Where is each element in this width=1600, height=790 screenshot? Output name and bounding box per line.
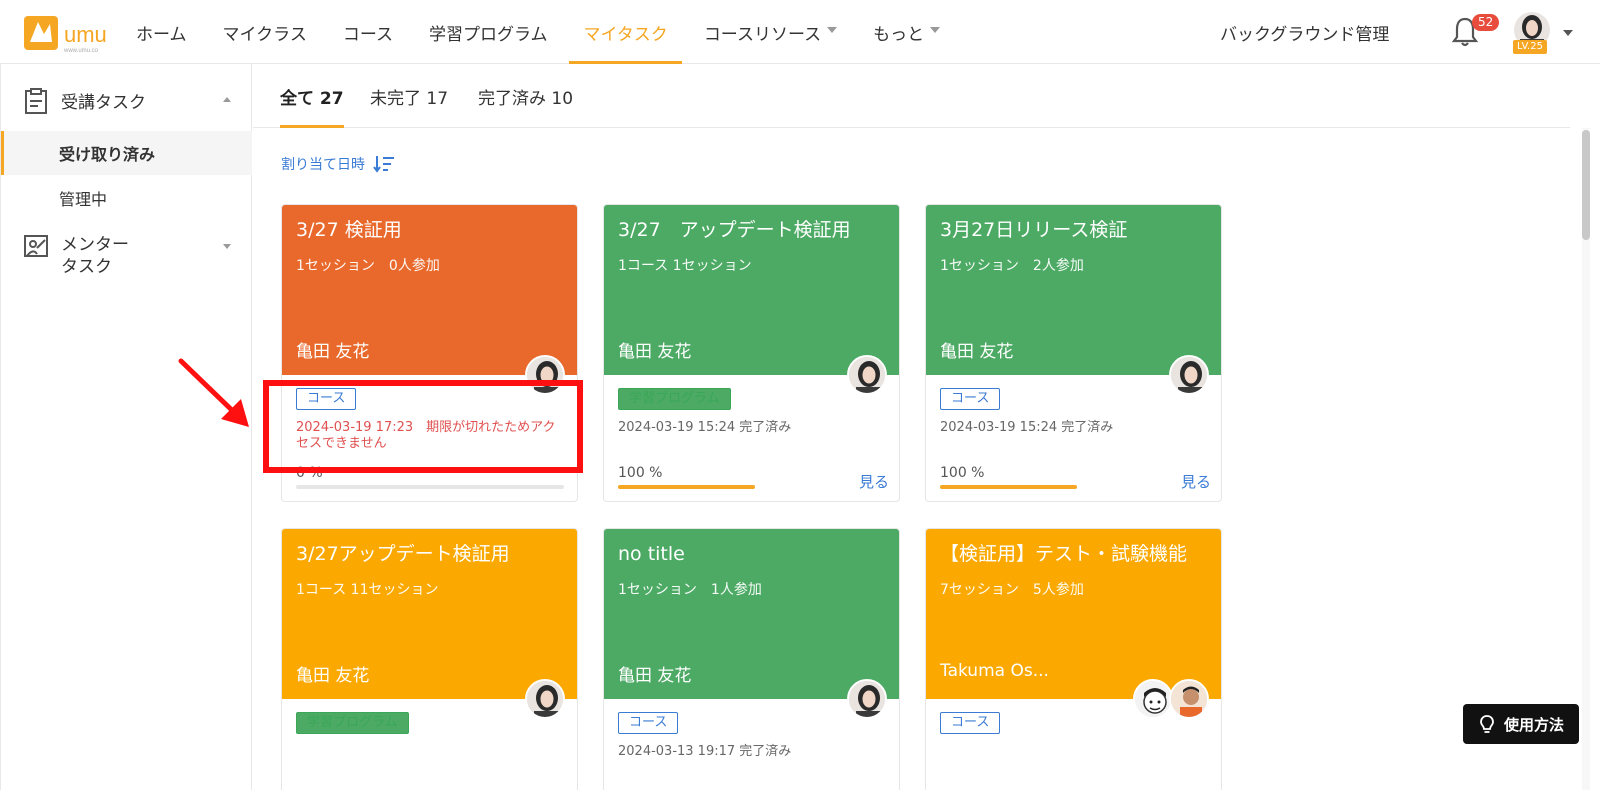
notification-badge: 52: [1472, 14, 1500, 31]
card-title: no title: [618, 543, 685, 565]
tab-completed[interactable]: 完了済み 10: [478, 84, 573, 109]
annotation-highlight-box: [263, 380, 583, 473]
umu-logo[interactable]: umu www.umu.co: [22, 12, 140, 54]
nav-home[interactable]: ホーム: [136, 0, 187, 64]
progress-fill: [618, 485, 755, 489]
nav-my-class[interactable]: マイクラス: [223, 0, 307, 64]
progress-label: 100 %: [618, 465, 663, 481]
view-link[interactable]: 見る: [1181, 471, 1211, 492]
sidebar-group-mentor-tasks[interactable]: メンター タスク: [23, 234, 129, 278]
progress-bar: [940, 485, 1077, 489]
task-card[interactable]: 【検証用】テスト・試験機能 7セッション 5人参加 Takuma Os... コ…: [925, 528, 1222, 790]
chevron-down-icon: [930, 27, 941, 33]
scrollbar-thumb[interactable]: [1582, 130, 1590, 240]
card-header: 3/27 検証用 1セッション 0人参加 亀田 友花: [282, 205, 577, 395]
card-owner: 亀田 友花: [296, 666, 370, 686]
sidebar-group-label: メンター: [61, 235, 129, 255]
chevron-down-icon[interactable]: [223, 244, 231, 249]
card-meta: 1セッション 0人参加: [296, 258, 440, 274]
card-title: 【検証用】テスト・試験機能: [940, 543, 1188, 565]
card-title: 3/27 検証用: [296, 219, 402, 241]
card-status: 2024-03-19 15:24 完了済み: [618, 420, 792, 435]
tab-all[interactable]: 全て 27: [280, 84, 344, 109]
sidebar-item-received[interactable]: 受け取り済み: [1, 131, 252, 175]
task-card[interactable]: 3月27日リリース検証 1セッション 2人参加 亀田 友花 コース 2024-0…: [925, 204, 1222, 502]
user-menu-caret-icon[interactable]: [1563, 30, 1573, 36]
background-admin-link[interactable]: バックグラウンド管理: [1220, 20, 1389, 45]
card-body: 学習プログラム: [282, 699, 577, 790]
card-type-tag: コース: [940, 388, 1001, 410]
clipboard-icon: [25, 88, 47, 114]
card-owner: 亀田 友花: [618, 342, 692, 362]
card-body: コース: [926, 699, 1221, 790]
chevron-down-icon: [827, 27, 838, 33]
sidebar-group-received-tasks[interactable]: 受講タスク: [23, 88, 146, 114]
sort-label: 割り当て日時: [281, 157, 365, 173]
card-header: 【検証用】テスト・試験機能 7セッション 5人参加 Takuma Os...: [926, 529, 1221, 719]
nav-more[interactable]: もっと: [873, 0, 941, 64]
active-tab-indicator: [280, 125, 344, 128]
card-owner: 亀田 友花: [618, 666, 692, 686]
progress-bar: [296, 485, 564, 489]
main-nav: ホーム マイクラス コース 学習プログラム マイタスク コースリソース もっと: [136, 0, 976, 64]
nav-course[interactable]: コース: [343, 0, 393, 64]
card-meta: 1コース 11セッション: [296, 582, 439, 598]
card-meta: 1コース 1セッション: [618, 258, 752, 274]
card-header: 3月27日リリース検証 1セッション 2人参加 亀田 友花: [926, 205, 1221, 395]
card-owner: Takuma Os...: [940, 661, 1049, 681]
card-type-tag: コース: [940, 712, 1001, 734]
svg-text:www.umu.co: www.umu.co: [63, 48, 99, 54]
sidebar-item-managing[interactable]: 管理中: [1, 176, 252, 220]
sort-by-assigned-date[interactable]: 割り当て日時: [281, 154, 395, 174]
card-meta: 7セッション 5人参加: [940, 582, 1084, 598]
sidebar-group-label: 受講タスク: [61, 93, 146, 113]
how-to-use-button[interactable]: 使用方法: [1463, 704, 1579, 744]
lightbulb-icon: [1480, 715, 1494, 733]
card-title: 3月27日リリース検証: [940, 219, 1128, 241]
card-type-tag: 学習プログラム: [296, 712, 409, 734]
level-badge: LV.25: [1513, 40, 1547, 54]
card-header: 3/27 アップデート検証用 1コース 1セッション 亀田 友花: [604, 205, 899, 395]
top-header: umu www.umu.co ホーム マイクラス コース 学習プログラム マイタ…: [0, 0, 1600, 64]
nav-learning-program[interactable]: 学習プログラム: [429, 0, 548, 64]
task-card[interactable]: no title 1セッション 1人参加 亀田 友花 コース 2024-03-1…: [603, 528, 900, 790]
view-link[interactable]: 見る: [859, 471, 889, 492]
mentor-board-icon: [24, 235, 48, 257]
card-body: コース 2024-03-19 15:24 完了済み 100 % 見る: [926, 375, 1221, 501]
help-button-label: 使用方法: [1503, 715, 1564, 734]
card-header: no title 1セッション 1人参加 亀田 友花: [604, 529, 899, 719]
sidebar-group-label: タスク: [61, 257, 112, 277]
progress-bar: [618, 485, 755, 489]
card-body: コース 2024-03-13 19:17 完了済み: [604, 699, 899, 790]
card-meta: 1セッション 2人参加: [940, 258, 1084, 274]
card-header: 3/27アップデート検証用 1コース 11セッション 亀田 友花: [282, 529, 577, 719]
annotation-arrow-icon: [178, 358, 249, 427]
svg-text:umu: umu: [64, 22, 107, 47]
chevron-up-icon[interactable]: [223, 97, 231, 102]
progress-label: 100 %: [940, 465, 985, 481]
card-owner: 亀田 友花: [296, 342, 370, 362]
sort-descending-icon: [373, 156, 394, 173]
task-card[interactable]: 3/27アップデート検証用 1コース 11セッション 亀田 友花 学習プログラム: [281, 528, 578, 790]
card-meta: 1セッション 1人参加: [618, 582, 762, 598]
card-status: 2024-03-13 19:17 完了済み: [618, 744, 792, 759]
card-type-tag: コース: [618, 712, 679, 734]
task-card[interactable]: 3/27 アップデート検証用 1コース 1セッション 亀田 友花 学習プログラム…: [603, 204, 900, 502]
card-title: 3/27アップデート検証用: [296, 543, 510, 565]
card-owner: 亀田 友花: [940, 342, 1014, 362]
nav-course-resources[interactable]: コースリソース: [704, 0, 838, 64]
nav-my-task[interactable]: マイタスク: [569, 0, 683, 64]
card-title: 3/27 アップデート検証用: [618, 219, 851, 241]
progress-fill: [940, 485, 1077, 489]
card-body: 学習プログラム 2024-03-19 15:24 完了済み 100 % 見る: [604, 375, 899, 501]
card-type-tag: 学習プログラム: [618, 388, 731, 410]
task-filter-tabs: 全て 27 未完了 17 完了済み 10: [253, 64, 1570, 128]
card-status: 2024-03-19 15:24 完了済み: [940, 420, 1114, 435]
tab-incomplete[interactable]: 未完了 17: [370, 84, 448, 109]
